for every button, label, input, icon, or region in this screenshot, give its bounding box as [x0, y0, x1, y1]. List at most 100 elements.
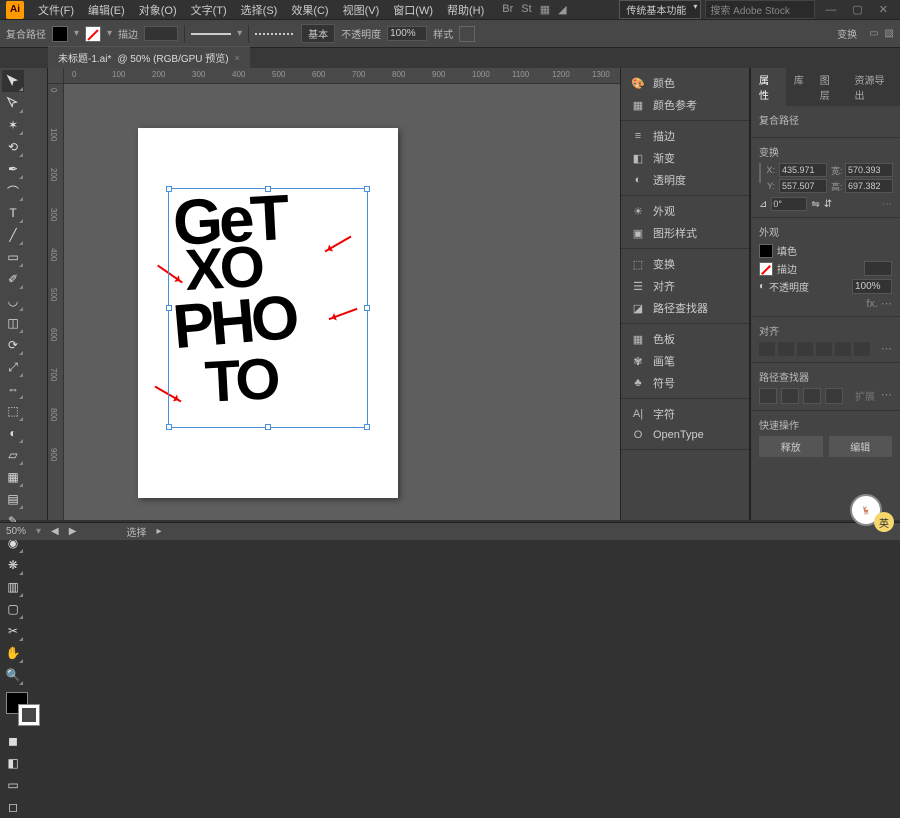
stroke-weight[interactable] — [144, 26, 178, 41]
panel-transform[interactable]: ⬚变换 — [621, 253, 749, 275]
more-options-icon[interactable]: ⋯ — [881, 298, 892, 310]
graphic-style[interactable] — [459, 26, 475, 42]
opacity-field[interactable] — [852, 279, 892, 294]
color-mode-fill[interactable]: ◼ — [2, 730, 24, 752]
style-label[interactable]: 样式 — [433, 26, 453, 41]
mesh-tool[interactable]: ▦ — [2, 466, 24, 488]
bridge-icon[interactable]: Br — [502, 3, 513, 16]
panel-color[interactable]: 🎨颜色 — [621, 72, 749, 94]
more-options-icon[interactable]: ⋯ — [882, 199, 892, 210]
stock-search[interactable]: 搜索 Adobe Stock — [705, 0, 815, 19]
stroke-swatch[interactable] — [759, 262, 773, 276]
resize-handle[interactable] — [265, 186, 271, 192]
eraser-tool[interactable]: ◫ — [2, 312, 24, 334]
zoom-level[interactable]: 50% — [6, 526, 26, 537]
tab-libraries[interactable]: 库 — [786, 68, 812, 106]
resize-handle[interactable] — [364, 186, 370, 192]
align-vcenter-icon[interactable] — [835, 342, 851, 356]
free-transform-tool[interactable]: ⬚ — [2, 400, 24, 422]
selection-tool[interactable] — [2, 70, 24, 92]
brush-def[interactable] — [255, 33, 295, 35]
pf-unite-icon[interactable] — [759, 388, 777, 404]
resize-handle[interactable] — [166, 305, 172, 311]
menu-type[interactable]: 文字(T) — [185, 0, 233, 20]
align-hcenter-icon[interactable] — [701, 27, 715, 41]
align-left-icon[interactable] — [683, 27, 697, 41]
scale-tool[interactable]: ⤢ — [2, 356, 24, 378]
tab-export[interactable]: 资源导出 — [847, 68, 900, 106]
perspective-tool[interactable]: ▱ — [2, 444, 24, 466]
ruler-horizontal[interactable]: 0 100 200 300 400 500 600 700 800 900 10… — [64, 68, 620, 84]
ruler-vertical[interactable]: 0 100 200 300 400 500 600 700 800 900 — [48, 84, 64, 520]
slice-tool[interactable]: ✂ — [2, 620, 24, 642]
opacity-field[interactable] — [387, 26, 427, 41]
screen-mode[interactable]: ◻ — [2, 796, 24, 818]
menu-object[interactable]: 对象(O) — [133, 0, 183, 20]
panel-align[interactable]: ☰对齐 — [621, 275, 749, 297]
fill-menu-icon[interactable]: ▾ — [74, 28, 79, 39]
menu-file[interactable]: 文件(F) — [32, 0, 80, 20]
align-hcenter-icon[interactable] — [778, 342, 794, 356]
arrange-icon[interactable]: ▦ — [540, 3, 550, 16]
align-top-icon[interactable] — [816, 342, 832, 356]
selection-bounding-box[interactable] — [168, 188, 368, 428]
color-mode-gradient[interactable]: ◧ — [2, 752, 24, 774]
align-right-icon[interactable] — [719, 27, 733, 41]
gpu-icon[interactable]: ◢ — [558, 3, 566, 16]
h-field[interactable] — [845, 179, 893, 193]
stroke-profile[interactable] — [191, 33, 231, 35]
effects-icon[interactable]: fx. — [866, 298, 878, 310]
gradient-tool[interactable]: ▤ — [2, 488, 24, 510]
stroke-menu-icon[interactable]: ▾ — [107, 28, 112, 39]
more-options-icon[interactable]: ⋯ — [881, 342, 892, 356]
w-field[interactable] — [845, 163, 893, 177]
resize-handle[interactable] — [364, 305, 370, 311]
flip-h-icon[interactable]: ⇋ — [811, 199, 819, 210]
artboard-tool[interactable]: ▢ — [2, 598, 24, 620]
doc-tab-close[interactable]: × — [235, 53, 240, 63]
rotate-tool[interactable]: ⟳ — [2, 334, 24, 356]
panel-character[interactable]: A|字符 — [621, 403, 749, 425]
align-right-icon[interactable] — [797, 342, 813, 356]
menu-view[interactable]: 视图(V) — [337, 0, 386, 20]
distribute-v-icon[interactable] — [809, 27, 823, 41]
panel-stroke[interactable]: ≡描边 — [621, 125, 749, 147]
curvature-tool[interactable]: ⌒ — [2, 180, 24, 202]
reference-point[interactable] — [759, 163, 761, 183]
zoom-tool[interactable]: 🔍 — [2, 664, 24, 686]
paintbrush-tool[interactable]: ✐ — [2, 268, 24, 290]
rectangle-tool[interactable]: ▭ — [2, 246, 24, 268]
magic-wand-tool[interactable]: ✶ — [2, 114, 24, 136]
menu-window[interactable]: 窗口(W) — [387, 0, 439, 20]
resize-handle[interactable] — [166, 186, 172, 192]
shaper-tool[interactable]: ◡ — [2, 290, 24, 312]
panel-appearance[interactable]: ☀外观 — [621, 200, 749, 222]
direct-selection-tool[interactable] — [2, 92, 24, 114]
pf-minus-icon[interactable] — [781, 388, 799, 404]
artboard-nav-prev[interactable]: ◀ — [51, 526, 59, 537]
fill-swatch[interactable] — [52, 26, 68, 42]
lasso-tool[interactable]: ⟲ — [2, 136, 24, 158]
doc-tab[interactable]: 未标题-1.ai* @ 50% (RGB/GPU 预览) × — [48, 46, 250, 68]
brush-basic[interactable]: 基本 — [301, 24, 335, 43]
width-tool[interactable]: ⇔ — [2, 378, 24, 400]
fill-stroke-control[interactable] — [2, 690, 45, 730]
y-field[interactable] — [779, 179, 827, 193]
edit-button[interactable]: 编辑 — [829, 436, 893, 457]
tab-properties[interactable]: 属性 — [751, 68, 786, 106]
align-bottom-icon[interactable] — [854, 342, 870, 356]
tab-layers[interactable]: 图层 — [812, 68, 847, 106]
edit-icon[interactable]: ▧ — [885, 28, 894, 39]
rotate-field[interactable] — [771, 197, 807, 211]
menu-effect[interactable]: 效果(C) — [285, 0, 334, 20]
panel-transparency[interactable]: ◐透明度 — [621, 169, 749, 191]
distribute-h-icon[interactable] — [791, 27, 805, 41]
hand-tool[interactable]: ✋ — [2, 642, 24, 664]
panel-color-guide[interactable]: ▦颜色参考 — [621, 94, 749, 116]
pf-exclude-icon[interactable] — [825, 388, 843, 404]
window-minimize[interactable]: — — [819, 4, 842, 16]
flip-v-icon[interactable]: ⇵ — [824, 199, 832, 210]
align-left-icon[interactable] — [759, 342, 775, 356]
panel-opentype[interactable]: OOpenType — [621, 425, 749, 445]
resize-handle[interactable] — [364, 424, 370, 430]
